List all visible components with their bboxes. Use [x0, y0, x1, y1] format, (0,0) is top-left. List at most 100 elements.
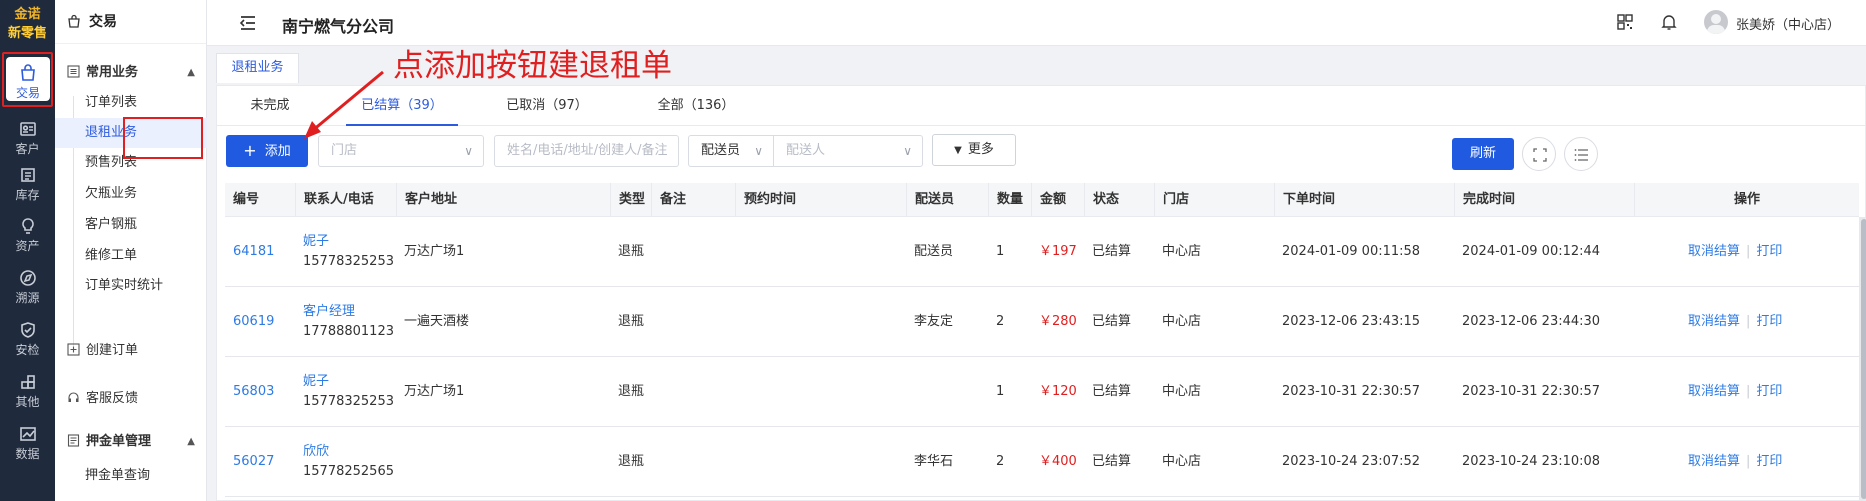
open-tab-rent-return[interactable]: 退租业务	[216, 53, 299, 83]
courier: 李友定	[914, 314, 954, 329]
chevron-down-icon: ∨	[903, 144, 912, 158]
rail-label: 客户	[15, 142, 40, 156]
logo-text: 金诺	[14, 7, 41, 22]
col-done-time: 完成时间	[1454, 183, 1634, 217]
bulb-icon	[19, 217, 37, 235]
sidebar-header: 交易	[55, 0, 206, 44]
dispatcher-placeholder: 配送人	[786, 143, 826, 158]
rail-item-customer[interactable]: 客户	[0, 113, 55, 165]
status: 已结算	[1092, 314, 1132, 329]
col-order-time: 下单时间	[1274, 183, 1454, 217]
sidebar-item-orders[interactable]: 订单列表	[55, 88, 207, 118]
print-link[interactable]: 打印	[1756, 384, 1782, 399]
divider: |	[1746, 384, 1751, 399]
sidebar-item-customer-cylinders[interactable]: 客户钢瓶	[55, 210, 207, 240]
dispatcher-type-select[interactable]: 配送员 ∨	[688, 135, 774, 167]
col-contact: 联系人/电话	[295, 183, 396, 217]
rail-item-data[interactable]: 数据	[0, 418, 55, 470]
tab-unfinished[interactable]: 未完成	[230, 86, 310, 126]
user-name[interactable]: 张美娇（中心店）	[1736, 14, 1840, 33]
column-settings-button[interactable]	[1564, 137, 1598, 171]
tab-cancelled[interactable]: 已取消（97）	[494, 86, 600, 126]
contact-name[interactable]: 客户经理	[303, 302, 394, 322]
store-select[interactable]: 门店 ∨	[318, 135, 484, 167]
contact-name[interactable]: 妮子	[303, 372, 394, 392]
add-label: 添加	[264, 144, 291, 159]
avatar[interactable]	[1704, 10, 1728, 34]
fullscreen-button[interactable]	[1522, 137, 1556, 171]
store: 中心店	[1162, 454, 1202, 469]
inventory-icon	[19, 166, 37, 184]
tab-all[interactable]: 全部（136）	[640, 86, 752, 126]
col-actions: 操作	[1634, 183, 1859, 217]
chevron-down-icon: ∨	[754, 144, 763, 158]
cancel-settle-link[interactable]: 取消结算	[1688, 454, 1740, 469]
chevron-up-icon: ▲	[187, 67, 195, 78]
contact-name[interactable]: 欣欣	[303, 442, 394, 462]
rail-label: 资产	[15, 239, 40, 253]
order-id[interactable]: 60619	[225, 287, 274, 357]
add-button[interactable]: + 添加	[226, 135, 308, 167]
rail-item-inspection[interactable]: 安检	[0, 314, 55, 366]
sub-sidebar: 交易 常用业务 ▲ 订单列表 退租业务 预售列表 欠瓶业务 客户钢瓶 维修工单 …	[55, 0, 207, 501]
dispatcher-select[interactable]: 配送人 ∨	[773, 135, 923, 167]
divider: |	[1746, 454, 1751, 469]
divider: |	[1746, 244, 1751, 259]
tab-settled[interactable]: 已结算（39）	[346, 86, 458, 126]
sidebar-item-repair[interactable]: 维修工单	[55, 241, 207, 271]
order-id[interactable]: 56803	[225, 357, 274, 427]
status: 已结算	[1092, 244, 1132, 259]
plus-icon: +	[243, 141, 257, 160]
group-deposit[interactable]: 押金单管理 ▲	[55, 429, 207, 455]
qrcode-icon[interactable]	[1616, 13, 1634, 31]
courier: 配送员	[914, 244, 954, 259]
menu-collapse-icon[interactable]	[239, 15, 257, 31]
rail-label: 溯源	[15, 291, 40, 305]
print-link[interactable]: 打印	[1756, 314, 1782, 329]
refresh-button[interactable]: 刷新	[1452, 138, 1514, 170]
col-store: 门店	[1154, 183, 1274, 217]
chevron-up-icon: ▲	[187, 436, 195, 447]
status-tabs: 未完成 已结算（39） 已取消（97） 全部（136）	[217, 86, 1866, 126]
dispatcher-select-label: 配送员	[701, 143, 741, 158]
rail-item-inventory[interactable]: 库存	[0, 159, 55, 211]
done-time: 2024-01-09 00:12:44	[1462, 244, 1601, 259]
rail-item-other[interactable]: 其他	[0, 366, 55, 418]
cancel-settle-link[interactable]: 取消结算	[1688, 244, 1740, 259]
sidebar-item-deposit-query[interactable]: 押金单查询	[55, 461, 207, 491]
rail-item-trade[interactable]: 交易	[6, 57, 50, 101]
rail-item-assets[interactable]: 资产	[0, 210, 55, 262]
print-link[interactable]: 打印	[1756, 454, 1782, 469]
rail-label: 库存	[15, 188, 40, 202]
sidebar-item-feedback[interactable]: 客服反馈	[55, 386, 207, 412]
done-time: 2023-10-24 23:10:08	[1462, 454, 1601, 469]
sidebar-item-create-order[interactable]: 创建订单	[55, 338, 207, 364]
rail-label: 数据	[15, 447, 40, 461]
orders-table: 编号 联系人/电话 客户地址 类型 备注 预约时间 配送员 数量 金额 状态 门…	[225, 183, 1866, 501]
bell-icon[interactable]	[1660, 13, 1678, 31]
col-note: 备注	[651, 183, 735, 217]
contact-name[interactable]: 妮子	[303, 232, 394, 252]
col-status: 状态	[1084, 183, 1154, 217]
list-icon	[1574, 149, 1588, 161]
table-row: 56803 妮子 15778325253 万达广场1 退瓶 1 ￥120 已结算 …	[225, 357, 1859, 427]
done-time: 2023-12-06 23:44:30	[1462, 314, 1601, 329]
contact-cell: 妮子 15778325253	[295, 217, 394, 287]
order-id[interactable]: 56027	[225, 427, 274, 497]
apps-icon	[19, 373, 37, 391]
quantity: 1	[996, 244, 1005, 259]
sidebar-item-owed-bottles[interactable]: 欠瓶业务	[55, 179, 207, 209]
print-link[interactable]: 打印	[1756, 244, 1782, 259]
main-rail: 金诺 新零售 交易 客户 库存 资产 溯源 安检 其他 数据	[0, 0, 55, 501]
rail-item-trace[interactable]: 溯源	[0, 262, 55, 314]
status: 已结算	[1092, 454, 1132, 469]
search-input[interactable]: 姓名/电话/地址/创建人/备注	[494, 135, 679, 167]
rail-label: 其他	[15, 395, 40, 409]
order-id[interactable]: 64181	[225, 217, 274, 287]
cancel-settle-link[interactable]: 取消结算	[1688, 384, 1740, 399]
more-button[interactable]: ▼ 更多	[932, 134, 1016, 166]
group-common[interactable]: 常用业务 ▲	[55, 60, 207, 86]
scrollbar-thumb[interactable]	[1861, 219, 1866, 499]
sidebar-item-realtime-stats[interactable]: 订单实时统计	[55, 271, 207, 301]
cancel-settle-link[interactable]: 取消结算	[1688, 314, 1740, 329]
